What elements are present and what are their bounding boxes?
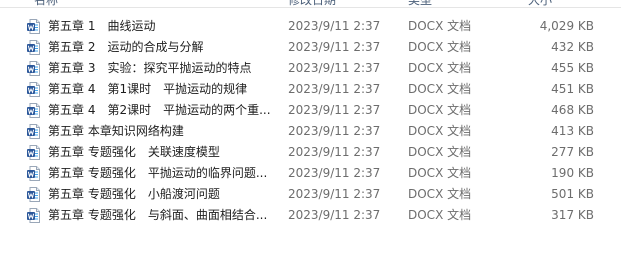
word-document-icon bbox=[27, 124, 40, 139]
file-type: DOCX 文档 bbox=[408, 40, 472, 54]
file-type: DOCX 文档 bbox=[408, 166, 472, 180]
word-document-icon bbox=[27, 208, 40, 223]
file-name: 第五章 3 实验：探究平抛运动的特点 bbox=[48, 61, 252, 75]
word-document-icon bbox=[27, 82, 40, 97]
file-name: 第五章 本章知识网络构建 bbox=[48, 124, 184, 138]
file-type: DOCX 文档 bbox=[408, 124, 472, 138]
word-document-icon bbox=[27, 187, 40, 202]
file-modified-date: 2023/9/11 2:37 bbox=[288, 82, 381, 96]
column-header-size[interactable]: 大小 bbox=[528, 0, 552, 8]
word-document-icon bbox=[27, 61, 40, 76]
file-size: 277 KB bbox=[551, 145, 594, 159]
column-header-name[interactable]: 名称 bbox=[34, 0, 58, 8]
file-modified-date: 2023/9/11 2:37 bbox=[288, 166, 381, 180]
file-name: 第五章 2 运动的合成与分解 bbox=[48, 40, 204, 54]
file-size: 432 KB bbox=[551, 40, 594, 54]
file-row[interactable]: 第五章 4 第1课时 平抛运动的规律 2023/9/11 2:37 DOCX 文… bbox=[20, 79, 620, 100]
file-size: 4,029 KB bbox=[539, 19, 594, 33]
file-name: 第五章 专题强化 关联速度模型 bbox=[48, 145, 220, 159]
column-header-date[interactable]: 修改日期 bbox=[288, 0, 336, 8]
file-name: 第五章 专题强化 平抛运动的临界问题... bbox=[48, 166, 268, 180]
file-name: 第五章 1 曲线运动 bbox=[48, 19, 156, 33]
file-modified-date: 2023/9/11 2:37 bbox=[288, 61, 381, 75]
file-type: DOCX 文档 bbox=[408, 82, 472, 96]
word-document-icon bbox=[27, 145, 40, 160]
file-row[interactable]: 第五章 2 运动的合成与分解 2023/9/11 2:37 DOCX 文档 43… bbox=[20, 37, 620, 58]
file-row[interactable]: 第五章 专题强化 关联速度模型 2023/9/11 2:37 DOCX 文档 2… bbox=[20, 142, 620, 163]
file-row[interactable]: 第五章 本章知识网络构建 2023/9/11 2:37 DOCX 文档 413 … bbox=[20, 121, 620, 142]
file-name: 第五章 专题强化 小船渡河问题 bbox=[48, 187, 220, 201]
file-modified-date: 2023/9/11 2:37 bbox=[288, 40, 381, 54]
file-size: 468 KB bbox=[551, 103, 594, 117]
file-row[interactable]: 第五章 1 曲线运动 2023/9/11 2:37 DOCX 文档 4,029 … bbox=[20, 16, 620, 37]
file-name: 第五章 专题强化 与斜面、曲面相结合... bbox=[48, 208, 268, 222]
file-row[interactable]: 第五章 4 第2课时 平抛运动的两个重... 2023/9/11 2:37 DO… bbox=[20, 100, 620, 121]
file-row[interactable]: 第五章 专题强化 小船渡河问题 2023/9/11 2:37 DOCX 文档 5… bbox=[20, 184, 620, 205]
file-size: 501 KB bbox=[551, 187, 594, 201]
column-header-type[interactable]: 类型 bbox=[408, 0, 432, 8]
file-size: 190 KB bbox=[551, 166, 594, 180]
word-document-icon bbox=[27, 166, 40, 181]
word-document-icon bbox=[27, 103, 40, 118]
file-size: 455 KB bbox=[551, 61, 594, 75]
file-name: 第五章 4 第1课时 平抛运动的规律 bbox=[48, 82, 248, 96]
file-name: 第五章 4 第2课时 平抛运动的两个重... bbox=[48, 103, 271, 117]
file-modified-date: 2023/9/11 2:37 bbox=[288, 208, 381, 222]
file-size: 317 KB bbox=[551, 208, 594, 222]
file-type: DOCX 文档 bbox=[408, 208, 472, 222]
file-modified-date: 2023/9/11 2:37 bbox=[288, 124, 381, 138]
file-row[interactable]: 第五章 专题强化 与斜面、曲面相结合... 2023/9/11 2:37 DOC… bbox=[20, 205, 620, 226]
file-type: DOCX 文档 bbox=[408, 19, 472, 33]
file-row[interactable]: 第五章 3 实验：探究平抛运动的特点 2023/9/11 2:37 DOCX 文… bbox=[20, 58, 620, 79]
file-modified-date: 2023/9/11 2:37 bbox=[288, 19, 381, 33]
file-modified-date: 2023/9/11 2:37 bbox=[288, 187, 381, 201]
file-modified-date: 2023/9/11 2:37 bbox=[288, 103, 381, 117]
file-type: DOCX 文档 bbox=[408, 61, 472, 75]
file-type: DOCX 文档 bbox=[408, 145, 472, 159]
file-type: DOCX 文档 bbox=[408, 187, 472, 201]
column-header-bar: 名称 修改日期 类型 大小 bbox=[0, 0, 621, 8]
file-list: 第五章 1 曲线运动 2023/9/11 2:37 DOCX 文档 4,029 … bbox=[0, 16, 621, 226]
word-document-icon bbox=[27, 19, 40, 34]
file-type: DOCX 文档 bbox=[408, 103, 472, 117]
file-size: 451 KB bbox=[551, 82, 594, 96]
word-document-icon bbox=[27, 40, 40, 55]
file-size: 413 KB bbox=[551, 124, 594, 138]
file-modified-date: 2023/9/11 2:37 bbox=[288, 145, 381, 159]
file-row[interactable]: 第五章 专题强化 平抛运动的临界问题... 2023/9/11 2:37 DOC… bbox=[20, 163, 620, 184]
